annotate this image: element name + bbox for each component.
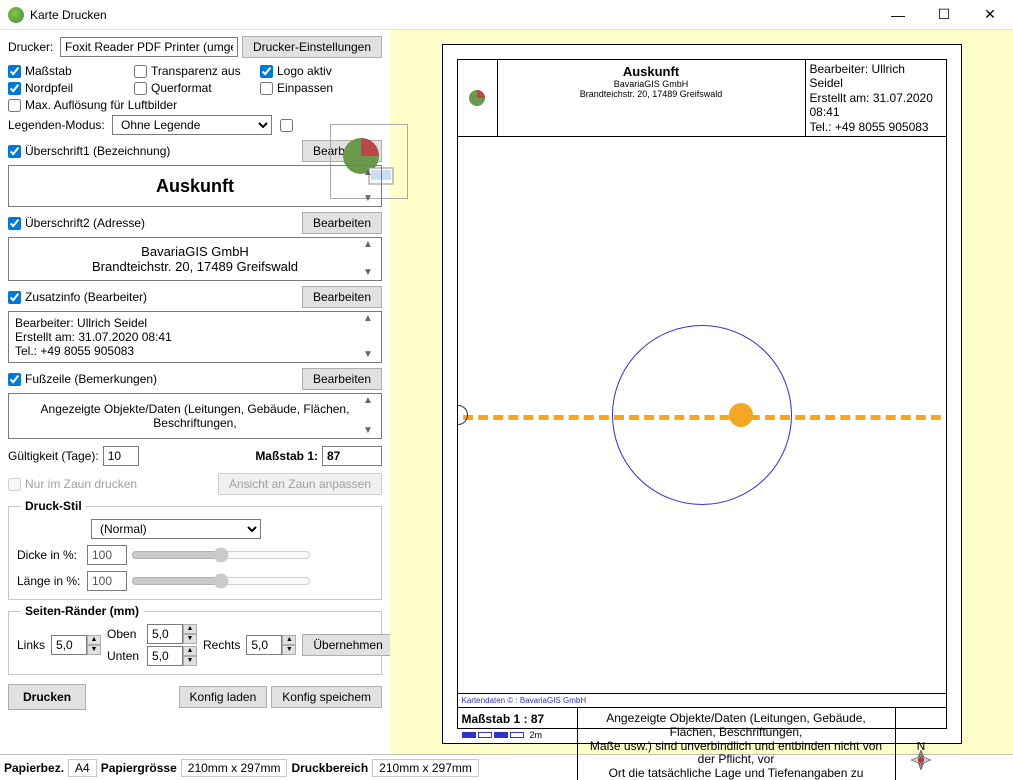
printer-settings-button[interactable]: Drucker-Einstellungen (242, 36, 382, 58)
chk-logo[interactable]: Logo aktiv (260, 64, 360, 78)
preview-title: Auskunft (502, 64, 801, 79)
chk-einpassen[interactable]: Einpassen (260, 81, 360, 95)
chk-massstab[interactable]: Maßstab (8, 64, 128, 78)
config-load-button[interactable]: Konfig laden (179, 686, 268, 708)
minimize-button[interactable]: — (875, 0, 921, 30)
chk-transparenz[interactable]: Transparenz aus (134, 64, 254, 78)
chk-heading1[interactable]: Überschrift1 (Bezeichnung) (8, 144, 170, 158)
maximize-button[interactable]: ☐ (921, 0, 967, 30)
status-papiergroesse-lbl: Papiergrösse (101, 761, 177, 775)
margins-fieldset: Seiten-Ränder (mm) Links ▲▼ Oben ▲▼ Unte… (8, 611, 382, 675)
style-select[interactable]: (Normal) (91, 519, 261, 539)
oben-label: Oben (107, 627, 143, 641)
preview-meta: Bearbeiter: Ullrich Seidel Erstellt am: … (806, 60, 946, 136)
chk-heading2[interactable]: Überschrift2 (Adresse) (8, 216, 145, 230)
printer-label: Drucker: (8, 40, 56, 54)
links-label: Links (17, 638, 45, 652)
config-save-button[interactable]: Konfig speichem (271, 686, 382, 708)
close-button[interactable]: ✕ (967, 0, 1013, 30)
legend-mode-select[interactable]: Ohne Legende (112, 115, 272, 135)
dicke-label: Dicke in %: (17, 548, 83, 562)
titlebar: Karte Drucken — ☐ ✕ (0, 0, 1013, 30)
preview-scale: Maßstab 1 : 87 2m (458, 708, 578, 780)
chk-nordpfeil[interactable]: Nordpfeil (8, 81, 128, 95)
unten-label: Unten (107, 649, 143, 663)
zusatz-edit-button[interactable]: Bearbeiten (302, 286, 382, 308)
compass-icon: N (896, 708, 946, 780)
settings-panel: Drucker: Drucker-Einstellungen Maßstab T… (0, 30, 390, 754)
print-button[interactable]: Drucken (8, 684, 86, 710)
scroll-icon[interactable]: ▲▼ (363, 168, 379, 204)
status-papierbez: A4 (68, 759, 97, 777)
laenge-input (87, 571, 127, 591)
printer-input[interactable] (60, 37, 238, 57)
scroll-icon[interactable]: ▲▼ (363, 240, 379, 278)
preview-credits: Kartendaten © : BavariaGIS GmbH (458, 694, 946, 708)
rechts-label: Rechts (203, 638, 240, 652)
oben-spin[interactable]: ▲▼ (147, 624, 197, 644)
zaun-fit-button: Ansicht an Zaun anpassen (218, 473, 382, 495)
laenge-slider (131, 573, 311, 589)
dicke-slider (131, 547, 311, 563)
heading2-display: BavariaGIS GmbH Brandteichstr. 20, 17489… (8, 237, 382, 281)
chk-zusatz[interactable]: Zusatzinfo (Bearbeiter) (8, 290, 147, 304)
app-icon (8, 7, 24, 23)
unten-spin[interactable]: ▲▼ (147, 646, 197, 666)
preview-panel: Auskunft BavariaGIS GmbH Brandteichstr. … (390, 30, 1013, 754)
scroll-icon[interactable]: ▲▼ (363, 396, 379, 436)
fuss-edit-button[interactable]: Bearbeiten (302, 368, 382, 390)
heading1-display: Auskunft ▲▼ (8, 165, 382, 207)
scroll-icon[interactable]: ▲▼ (363, 314, 379, 360)
scale-input[interactable] (322, 446, 382, 466)
legend-enable-chk[interactable] (280, 119, 293, 132)
chk-fuss[interactable]: Fußzeile (Bemerkungen) (8, 372, 157, 386)
status-druckbereich-lbl: Druckbereich (291, 761, 368, 775)
status-papierbez-lbl: Papierbez. (4, 761, 64, 775)
dicke-input (87, 545, 127, 565)
fuss-display: Angezeigte Objekte/Daten (Leitungen, Geb… (8, 393, 382, 439)
heading2-edit-button[interactable]: Bearbeiten (302, 212, 382, 234)
preview-map (458, 137, 946, 693)
preview-page: Auskunft BavariaGIS GmbH Brandteichstr. … (442, 44, 962, 744)
margins-apply-button[interactable]: Übernehmen (302, 634, 393, 656)
validity-label: Gültigkeit (Tage): (8, 449, 99, 463)
style-fieldset: Druck-Stil (Normal) Dicke in %: Länge in… (8, 506, 382, 600)
validity-input[interactable] (103, 446, 139, 466)
chk-max-aufl[interactable]: Max. Auflösung für Luftbilder (8, 98, 382, 112)
rechts-spin[interactable]: ▲▼ (246, 635, 296, 655)
links-spin[interactable]: ▲▼ (51, 635, 101, 655)
legend-mode-label: Legenden-Modus: (8, 118, 108, 132)
chk-querformat[interactable]: Querformat (134, 81, 254, 95)
preview-logo (458, 60, 498, 136)
status-papiergroesse: 210mm x 297mm (181, 759, 288, 777)
laenge-label: Länge in %: (17, 574, 83, 588)
window-title: Karte Drucken (30, 8, 875, 22)
zusatz-display: Bearbeiter: Ullrich Seidel Erstellt am: … (8, 311, 382, 363)
scale-label: Maßstab 1: (255, 449, 318, 463)
preview-disclaimer: Angezeigte Objekte/Daten (Leitungen, Geb… (578, 708, 896, 780)
chk-zaun: Nur im Zaun drucken (8, 477, 137, 491)
